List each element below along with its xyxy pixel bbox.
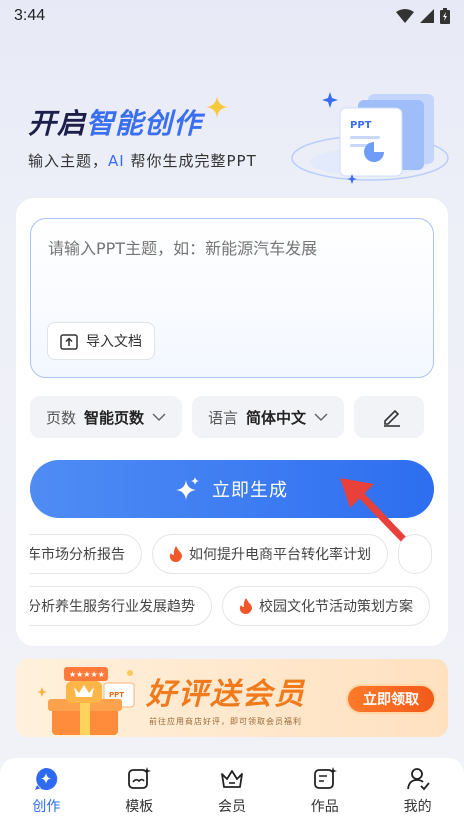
banner-subtitle: 前往应用商店好评，即可领取会员福利 [149, 717, 302, 726]
fire-icon [169, 546, 182, 562]
svg-text:★★★★★: ★★★★★ [69, 670, 105, 679]
page-count-label: 页数 [46, 408, 77, 427]
status-time: 3:44 [14, 7, 46, 24]
tab-works[interactable]: 作品 [285, 766, 365, 816]
generate-button-label: 立即生成 [212, 480, 288, 501]
tab-profile[interactable]: 我的 [378, 766, 458, 816]
sparkle-icon [176, 477, 199, 500]
hero-section: 开启智能创作 输入主题，AI 帮你生成完整PPT PPT [0, 90, 464, 200]
ppt-illustration: PPT [291, 92, 449, 184]
illustration-label: PPT [350, 120, 372, 131]
review-promo-banner[interactable]: ★★★★★ PPT 好评送会员 前往应用商店好评，即可领取会员福利 立即领取 [16, 659, 448, 737]
language-select[interactable]: 语言 简体中文 [192, 396, 345, 438]
topic-input[interactable] [48, 239, 418, 258]
suggestion-row-2: 分析养生服务行业发展趋势 校园文化节活动策划方案 [30, 586, 448, 626]
hero-subtitle-ai: AI [108, 152, 125, 170]
claim-now-button[interactable]: 立即领取 [346, 684, 436, 714]
edit-option-button[interactable] [354, 396, 425, 438]
suggestion-chip[interactable] [398, 534, 432, 574]
tab-label: 会员 [217, 799, 246, 815]
works-icon [313, 767, 337, 789]
chevron-down-icon [314, 413, 328, 422]
import-document-label: 导入文档 [86, 334, 142, 350]
page-count-select[interactable]: 页数 智能页数 [30, 396, 183, 438]
import-document-button[interactable]: 导入文档 [47, 322, 155, 360]
create-icon [35, 767, 58, 790]
tab-label: 创作 [32, 799, 61, 815]
hero-title-part1: 开启 [28, 107, 87, 140]
suggestion-chip[interactable]: 车市场分析报告 [30, 534, 142, 574]
tab-create[interactable]: 创作 [6, 766, 86, 816]
page-count-value: 智能页数 [84, 408, 145, 427]
chevron-down-icon [152, 413, 166, 422]
tab-label: 模板 [125, 799, 154, 815]
suggestion-chip[interactable]: 如何提升电商平台转化率计划 [152, 534, 388, 574]
crown-icon [221, 770, 243, 788]
hero-subtitle-after: 帮你生成完整PPT [124, 152, 257, 170]
language-label: 语言 [208, 408, 239, 427]
battery-icon [440, 8, 450, 24]
status-bar: 3:44 [0, 0, 464, 32]
status-icons [396, 8, 450, 24]
hero-subtitle: 输入主题，AI 帮你生成完整PPT [28, 150, 257, 171]
suggestion-text: 校园文化节活动策划方案 [259, 599, 413, 615]
template-icon [128, 767, 152, 789]
upload-icon [60, 334, 78, 350]
banner-art-label: PPT [109, 691, 124, 699]
banner-title: 好评送会员 [146, 677, 306, 712]
language-value: 简体中文 [246, 408, 307, 427]
suggestion-row-1: 车市场分析报告 如何提升电商平台转化率计划 [30, 534, 448, 574]
options-row: 页数 智能页数 语言 简体中文 [30, 396, 448, 438]
tab-membership[interactable]: 会员 [192, 766, 272, 816]
gift-box-illustration: ★★★★★ PPT [37, 667, 135, 735]
suggestion-text: 车市场分析报告 [30, 547, 125, 563]
tab-label: 我的 [403, 799, 432, 815]
suggestion-chip[interactable]: 分析养生服务行业发展趋势 [30, 586, 212, 626]
hero-title-part2: 智能创作 [86, 107, 203, 140]
suggestion-text: 如何提升电商平台转化率计划 [189, 547, 371, 563]
wifi-icon [396, 9, 414, 23]
suggestion-chip[interactable]: 校园文化节活动策划方案 [222, 586, 430, 626]
tab-label: 作品 [310, 799, 339, 815]
fire-icon [239, 598, 252, 614]
suggestion-text: 分析养生服务行业发展趋势 [30, 599, 195, 615]
main-card: 导入文档 页数 智能页数 语言 简体中文 立即生成 [16, 198, 448, 646]
hero-title: 开启智能创作 [28, 102, 202, 142]
sparkle-icon [206, 96, 228, 118]
signal-icon [420, 9, 434, 23]
profile-icon [406, 768, 430, 791]
topic-input-box[interactable]: 导入文档 [30, 218, 434, 378]
bottom-tab-bar: 创作 模板 会员 作品 我的 [0, 758, 464, 825]
hero-subtitle-before: 输入主题， [28, 152, 109, 170]
pencil-icon [384, 409, 401, 427]
tab-templates[interactable]: 模板 [99, 766, 179, 816]
